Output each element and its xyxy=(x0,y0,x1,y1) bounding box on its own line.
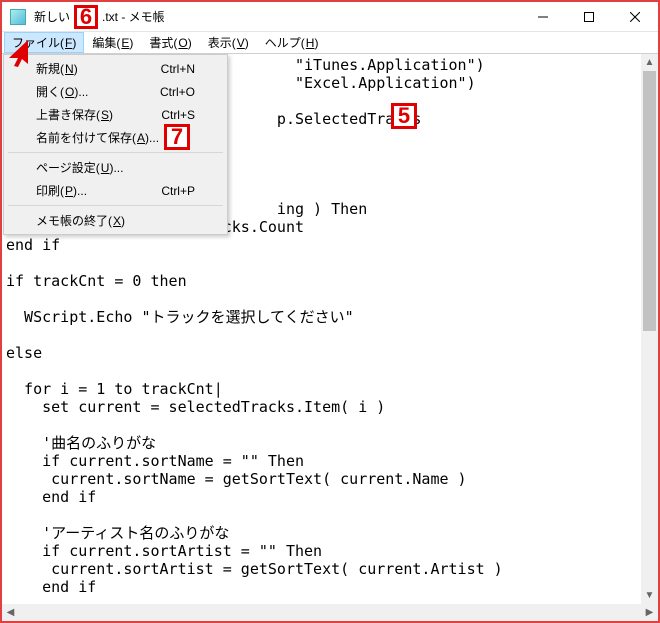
menu-item-saveas[interactable]: 名前を付けて保存(A)... xyxy=(6,126,225,149)
scroll-right-icon[interactable]: ▶ xyxy=(641,604,658,621)
menu-separator xyxy=(8,205,223,206)
scroll-down-icon[interactable]: ▼ xyxy=(641,587,658,604)
menu-separator xyxy=(8,152,223,153)
close-button[interactable] xyxy=(612,2,658,32)
menu-view[interactable]: 表示(V) xyxy=(200,32,257,53)
menu-item-exit[interactable]: メモ帳の終了(X) xyxy=(6,209,225,232)
annotation-5: 5 xyxy=(391,103,417,129)
menu-item-save[interactable]: 上書き保存(S) Ctrl+S xyxy=(6,103,225,126)
scroll-thumb[interactable] xyxy=(643,71,656,331)
menu-item-open[interactable]: 開く(O)... Ctrl+O xyxy=(6,80,225,103)
menu-help[interactable]: ヘルプ(H) xyxy=(257,32,327,53)
annotation-7: 7 xyxy=(164,124,190,150)
menu-item-page-setup[interactable]: ページ設定(U)... xyxy=(6,156,225,179)
menu-format[interactable]: 書式(O) xyxy=(141,32,199,53)
minimize-button[interactable] xyxy=(520,2,566,32)
notepad-window: 新しい 6 .txt - メモ帳 ファイル(F) 編集(E) 書式(O) 表示(… xyxy=(2,2,658,621)
annotation-6: 6 xyxy=(74,5,98,29)
window-title-suffix: .txt - メモ帳 xyxy=(100,8,167,25)
client-area: "iTunes.Application") "Excel.Application… xyxy=(2,53,658,621)
menu-edit[interactable]: 編集(E) xyxy=(84,32,141,53)
file-menu-dropdown: 新規(N) Ctrl+N 開く(O)... Ctrl+O 上書き保存(S) Ct… xyxy=(3,54,228,235)
menu-item-new[interactable]: 新規(N) Ctrl+N xyxy=(6,57,225,80)
scroll-up-icon[interactable]: ▲ xyxy=(641,54,658,71)
horizontal-scrollbar[interactable]: ◀ ▶ xyxy=(2,604,658,621)
menu-item-print[interactable]: 印刷(P)... Ctrl+P xyxy=(6,179,225,202)
vertical-scrollbar[interactable]: ▲ ▼ xyxy=(641,54,658,604)
window-title-prefix: 新しい xyxy=(32,8,72,25)
cursor-arrow-icon xyxy=(5,38,31,68)
scroll-left-icon[interactable]: ◀ xyxy=(2,604,19,621)
maximize-button[interactable] xyxy=(566,2,612,32)
titlebar[interactable]: 新しい 6 .txt - メモ帳 xyxy=(2,2,658,32)
app-icon xyxy=(10,9,26,25)
menubar: ファイル(F) 編集(E) 書式(O) 表示(V) ヘルプ(H) xyxy=(2,32,658,53)
